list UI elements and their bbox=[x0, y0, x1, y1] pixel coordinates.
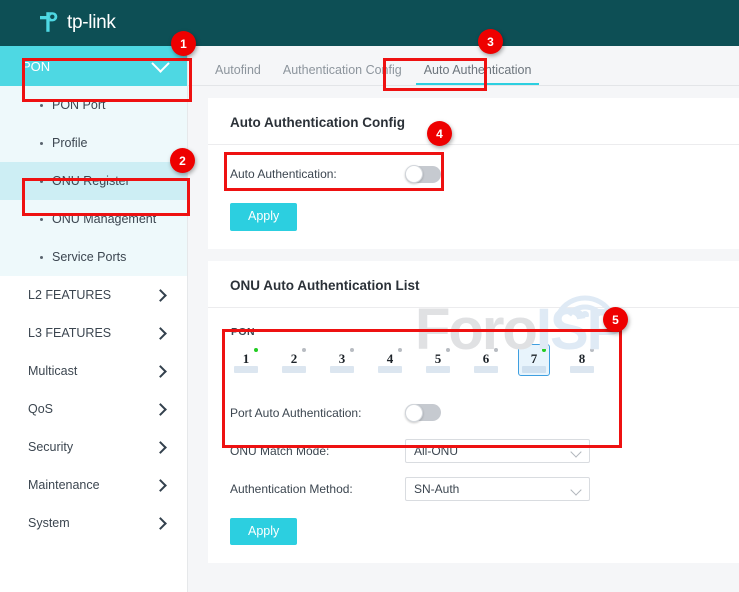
tab-autofind[interactable]: Autofind bbox=[204, 63, 272, 85]
apply-config-button[interactable]: Apply bbox=[230, 203, 298, 231]
card-title: Auto Authentication Config bbox=[208, 98, 739, 145]
annotation-badge-5: 5 bbox=[603, 307, 628, 332]
annotation-badge-2: 2 bbox=[170, 148, 195, 173]
chevron-right-icon bbox=[154, 440, 167, 454]
sidebar-item-system[interactable]: System bbox=[0, 504, 187, 542]
sidebar-item-l2-features[interactable]: L2 FEATURES bbox=[0, 276, 187, 314]
bullet-icon bbox=[40, 217, 43, 221]
chevron-right-icon bbox=[154, 516, 167, 530]
sidebar-item-label: Maintenance bbox=[28, 478, 100, 492]
bullet-icon bbox=[40, 103, 43, 107]
sidebar-item-label: System bbox=[28, 516, 70, 530]
chevron-right-icon bbox=[154, 402, 167, 416]
brand-logo[interactable]: tp-link bbox=[36, 9, 116, 35]
chevron-down-icon bbox=[570, 483, 582, 496]
sidebar: PON PON Port Profile ONU Register ONU Ma… bbox=[0, 46, 188, 592]
bullet-icon bbox=[40, 255, 43, 259]
annotation-badge-3: 3 bbox=[478, 29, 503, 54]
authentication-method-select[interactable]: SN-Auth bbox=[405, 476, 590, 501]
chevron-right-icon bbox=[154, 288, 167, 302]
sidebar-item-service-ports[interactable]: Service Ports bbox=[0, 238, 187, 276]
annotation-badge-4: 4 bbox=[427, 121, 452, 146]
sidebar-item-label: Service Ports bbox=[52, 250, 127, 264]
annotation-box-auto-auth-tab bbox=[383, 58, 487, 91]
apply-list-button[interactable]: Apply bbox=[230, 517, 298, 545]
chevron-right-icon bbox=[154, 364, 167, 378]
sidebar-item-maintenance[interactable]: Maintenance bbox=[0, 466, 187, 504]
sidebar-item-profile[interactable]: Profile bbox=[0, 124, 187, 162]
annotation-box-pon-menu bbox=[22, 58, 192, 102]
sidebar-item-label: Security bbox=[28, 440, 74, 454]
sidebar-item-qos[interactable]: QoS bbox=[0, 390, 187, 428]
chevron-right-icon bbox=[154, 326, 167, 340]
sidebar-item-label: QoS bbox=[28, 402, 54, 416]
sidebar-item-security[interactable]: Security bbox=[0, 428, 187, 466]
tplink-logo-icon bbox=[40, 12, 58, 32]
main-content: ForoISP Autofind Authentication Config A… bbox=[187, 46, 739, 592]
sidebar-item-label: Multicast bbox=[28, 364, 78, 378]
bullet-icon bbox=[40, 141, 43, 145]
card-title: ONU Auto Authentication List bbox=[208, 261, 739, 308]
sidebar-item-label: L2 FEATURES bbox=[28, 288, 112, 302]
top-bar: tp-link bbox=[0, 0, 739, 46]
annotation-badge-1: 1 bbox=[171, 31, 196, 56]
authentication-method-value: SN-Auth bbox=[414, 481, 460, 496]
authentication-method-label: Authentication Method: bbox=[230, 481, 353, 496]
sidebar-item-label: Profile bbox=[52, 136, 88, 150]
brand-name: tp-link bbox=[67, 11, 116, 33]
sidebar-item-multicast[interactable]: Multicast bbox=[0, 352, 187, 390]
annotation-box-onu-register bbox=[22, 178, 190, 216]
sidebar-item-label: L3 FEATURES bbox=[28, 326, 112, 340]
annotation-box-port-list bbox=[222, 329, 622, 448]
chevron-right-icon bbox=[154, 478, 167, 492]
annotation-box-auto-auth-toggle bbox=[224, 152, 444, 191]
sidebar-item-l3-features[interactable]: L3 FEATURES bbox=[0, 314, 187, 352]
authentication-method-row: Authentication Method: SN-Auth bbox=[230, 474, 739, 504]
